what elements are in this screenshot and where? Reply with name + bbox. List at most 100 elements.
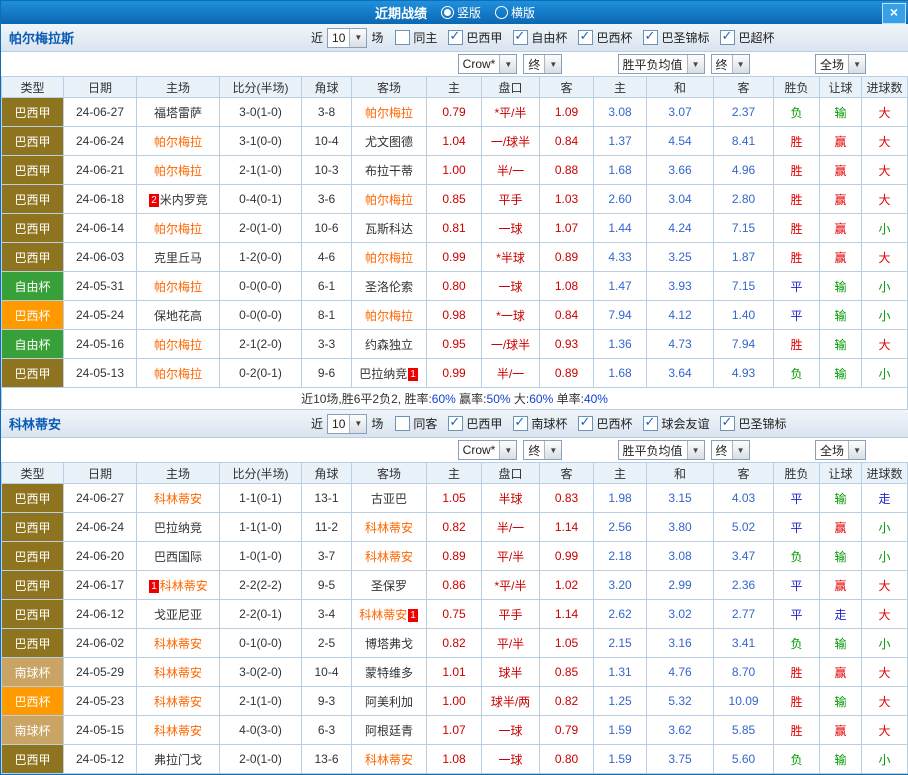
filter-checkbox-巴西杯[interactable]: 巴西杯 [578, 29, 632, 46]
checkbox-box[interactable] [395, 416, 410, 431]
handicap-cell: 半/一 [482, 513, 540, 542]
result-cell: 平 [774, 513, 820, 542]
checkbox-box[interactable] [395, 30, 410, 45]
summary-stat-label: 赢率: [459, 392, 486, 406]
checkbox-label: 巴西甲 [466, 29, 502, 46]
checkbox-box[interactable] [643, 416, 658, 431]
scope-select[interactable]: 全场 ▼ [815, 54, 866, 74]
euro-away-odds: 4.03 [714, 484, 774, 513]
checkbox-box[interactable] [513, 30, 528, 45]
bookmaker-select[interactable]: Crow* ▼ [458, 440, 518, 460]
asia-stage-select[interactable]: 终 ▼ [523, 54, 562, 74]
date-cell: 24-06-20 [64, 542, 137, 571]
away-team-cell: 科林蒂安 [352, 542, 427, 571]
checkbox-box[interactable] [720, 30, 735, 45]
filter-checkbox-巴西甲[interactable]: 巴西甲 [448, 29, 502, 46]
checkbox-box[interactable] [643, 30, 658, 45]
checkbox-box[interactable] [578, 30, 593, 45]
checkbox-box[interactable] [513, 416, 528, 431]
euro-odds-select[interactable]: 胜平负均值 ▼ [618, 440, 705, 460]
euro-home-odds: 3.20 [594, 571, 647, 600]
euro-home-odds: 1.25 [594, 687, 647, 716]
column-header: 主 [594, 77, 647, 98]
league-cell: 南球杯 [2, 716, 64, 745]
goals-cell: 大 [862, 600, 908, 629]
asia-home-odds: 0.98 [427, 301, 482, 330]
red-card-badge: 1 [408, 368, 418, 381]
euro-draw-odds: 3.80 [647, 513, 714, 542]
close-button[interactable]: × [882, 3, 906, 24]
euro-home-odds: 2.56 [594, 513, 647, 542]
euro-away-odds: 5.85 [714, 716, 774, 745]
filter-checkbox-同客[interactable]: 同客 [395, 415, 437, 432]
handicap-cell: 一球 [482, 214, 540, 243]
column-header: 客 [714, 77, 774, 98]
euro-stage-select[interactable]: 终 ▼ [711, 440, 750, 460]
euro-draw-odds: 2.99 [647, 571, 714, 600]
asia-away-odds: 1.05 [540, 629, 594, 658]
corners-cell: 3-3 [302, 330, 352, 359]
euro-home-odds: 1.47 [594, 272, 647, 301]
asia-home-odds: 0.99 [427, 359, 482, 388]
euro-stage-select[interactable]: 终 ▼ [711, 54, 750, 74]
handicap-cell: 平手 [482, 185, 540, 214]
filter-checkbox-球会友谊[interactable]: 球会友谊 [643, 415, 709, 432]
column-header: 客 [540, 463, 594, 484]
team-name-text: 科林蒂安 [365, 550, 413, 564]
checkbox-box[interactable] [720, 416, 735, 431]
filter-checkbox-巴圣锦标[interactable]: 巴圣锦标 [720, 415, 786, 432]
match-count-value: 10 [328, 29, 349, 47]
layout-radio-vertical[interactable]: 竖版 [441, 4, 481, 21]
goals-cell: 小 [862, 542, 908, 571]
filter-checkbox-同主[interactable]: 同主 [395, 29, 437, 46]
team-section-palmeiras: 帕尔梅拉斯 近 10 ▼ 场 同主巴西甲自由杯巴西杯巴圣锦标巴超杯 [1, 24, 908, 410]
summary-text: 近10场,胜6平2负2, 胜率:60% 赢率:50% 大:60% 单率:40% [2, 388, 908, 410]
euro-home-odds: 1.37 [594, 127, 647, 156]
summary-stat-value: 40% [584, 392, 608, 406]
euro-home-odds: 2.18 [594, 542, 647, 571]
summary-row: 近10场,胜6平2负2, 胜率:60% 赢率:50% 大:60% 单率:40% [2, 388, 908, 410]
away-team-cell: 阿美利加 [352, 687, 427, 716]
euro-draw-odds: 4.24 [647, 214, 714, 243]
bookmaker-select-value: Crow* [459, 55, 500, 73]
filter-checkbox-巴西杯[interactable]: 巴西杯 [578, 415, 632, 432]
column-header: 主场 [137, 77, 220, 98]
euro-draw-odds: 3.66 [647, 156, 714, 185]
date-cell: 24-06-02 [64, 629, 137, 658]
match-row: 巴西甲24-05-12弗拉门戈2-0(1-0)13-6科林蒂安1.08一球0.8… [2, 745, 908, 774]
match-count-select[interactable]: 10 ▼ [327, 414, 367, 434]
corners-cell: 3-4 [302, 600, 352, 629]
league-cell: 自由杯 [2, 272, 64, 301]
filter-checkbox-巴圣锦标[interactable]: 巴圣锦标 [643, 29, 709, 46]
checkbox-box[interactable] [578, 416, 593, 431]
asia-home-odds: 0.89 [427, 542, 482, 571]
filter-checkbox-自由杯[interactable]: 自由杯 [513, 29, 567, 46]
match-row: 巴西甲24-06-14帕尔梅拉2-0(1-0)10-6瓦斯科达0.81一球1.0… [2, 214, 908, 243]
date-cell: 24-06-27 [64, 484, 137, 513]
filter-checkbox-南球杯[interactable]: 南球杯 [513, 415, 567, 432]
team-name: 帕尔梅拉斯 [9, 28, 74, 47]
checkbox-box[interactable] [448, 416, 463, 431]
header-controls-row: Crow* ▼ 终 ▼ 胜平负均值 [2, 438, 908, 463]
red-card-badge: 1 [408, 609, 418, 622]
euro-draw-odds: 3.64 [647, 359, 714, 388]
euro-draw-odds: 5.32 [647, 687, 714, 716]
euro-odds-select[interactable]: 胜平负均值 ▼ [618, 54, 705, 74]
radio-icon [495, 6, 508, 19]
asia-stage-select[interactable]: 终 ▼ [523, 440, 562, 460]
league-cell: 巴西甲 [2, 98, 64, 127]
bookmaker-select[interactable]: Crow* ▼ [458, 54, 518, 74]
filter-checkbox-巴超杯[interactable]: 巴超杯 [720, 29, 774, 46]
column-header: 客 [540, 77, 594, 98]
match-count-select[interactable]: 10 ▼ [327, 28, 367, 48]
filter-checkbox-巴西甲[interactable]: 巴西甲 [448, 415, 502, 432]
euro-draw-odds: 3.62 [647, 716, 714, 745]
layout-radio-horizontal[interactable]: 横版 [495, 4, 535, 21]
asia-stage-select-value: 终 [524, 55, 544, 73]
scope-select-value: 全场 [816, 441, 848, 459]
checkbox-box[interactable] [448, 30, 463, 45]
scope-select[interactable]: 全场 ▼ [815, 440, 866, 460]
league-filter-checkboxes: 同客巴西甲南球杯巴西杯球会友谊巴圣锦标 [395, 415, 786, 432]
column-header: 主 [427, 463, 482, 484]
asia-home-odds: 1.07 [427, 716, 482, 745]
